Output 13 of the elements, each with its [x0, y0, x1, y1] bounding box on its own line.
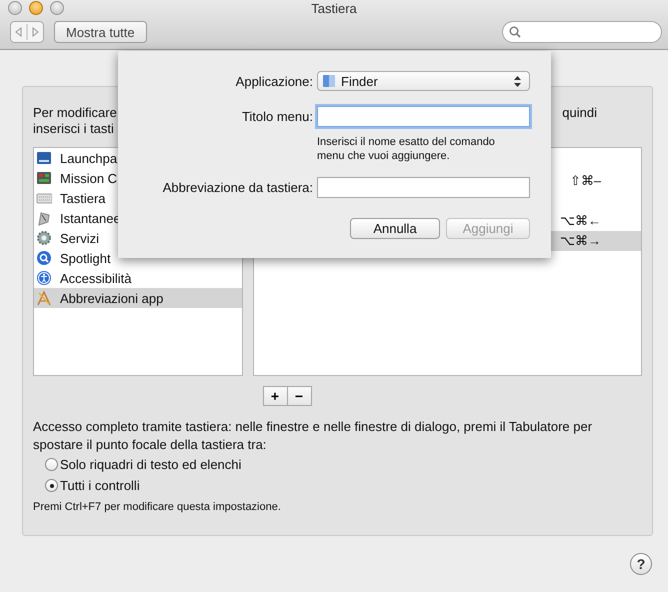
field-label: Abbreviazione da tastiera:: [162, 180, 313, 195]
instruction-text: quindi: [562, 105, 597, 121]
option-label: Solo riquadri di testo ed elenchi: [60, 457, 242, 472]
instruction-text: inserisci i tasti: [33, 121, 115, 137]
field-label: Titolo menu:: [242, 109, 313, 124]
instruction-text: Per modificare: [33, 105, 117, 121]
field-label: Applicazione:: [236, 74, 313, 88]
popup-value: Finder: [341, 74, 379, 88]
option-label: Tutti i controlli: [60, 478, 140, 493]
hint-text: Inserisci il nome esatto del comando menu che vuoi aggiungere.: [317, 135, 496, 163]
note-text: Premi Ctrl+F7 per modificare questa impostazione.: [33, 501, 282, 513]
access-description: Accesso completo tramite tastiera: nelle finestre e nelle finestre di dialogo, premi il Tabulatore per spostare il punto focale della tastiera tra:: [33, 418, 594, 454]
window-title: Tastiera: [311, 0, 357, 17]
